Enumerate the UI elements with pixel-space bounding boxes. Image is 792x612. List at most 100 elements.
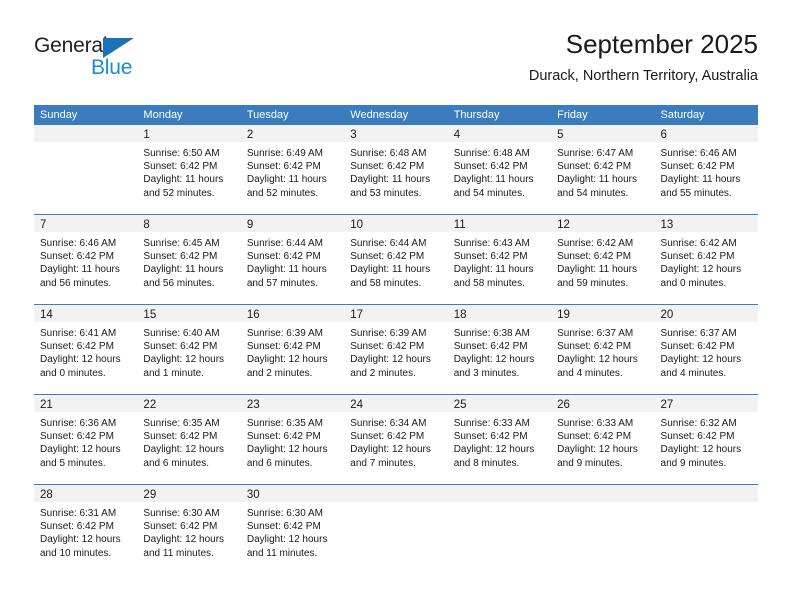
calendar-day-cell[interactable]: 25 Sunrise: 6:33 AM Sunset: 6:42 PM Dayligh… [447,395,552,484]
daylight-text-line2: and 4 minutes. [557,367,623,379]
day-number-bar: 9 [240,215,345,232]
daylight-text-line2: and 6 minutes. [246,457,313,469]
sunrise-text: Sunrise: 6:34 AM [350,418,427,429]
sunset-text: Sunset: 6:42 PM [143,251,218,263]
calendar-day-cell[interactable]: 1 Sunrise: 6:50 AM Sunset: 6:42 PM Daylight… [137,125,241,214]
sunset-text: Sunset: 6:42 PM [40,521,114,533]
sunrise-text: Sunrise: 6:48 AM [350,148,427,159]
daylight-text-line1: Daylight: 12 hours [40,534,121,546]
calendar-day-cell[interactable]: 28 Sunrise: 6:31 AM Sunset: 6:42 PM Dayligh… [34,485,138,574]
day-sun-info: Sunrise: 6:38 AM Sunset: 6:42 PM Daylight:… [448,322,551,380]
sunrise-text: Sunrise: 6:43 AM [453,238,530,249]
day-sun-info: Sunrise: 6:44 AM Sunset: 6:42 PM Daylight:… [344,232,447,290]
calendar-day-cell[interactable]: 8 Sunrise: 6:45 AM Sunset: 6:42 PM Daylight… [137,215,241,304]
calendar-day-cell[interactable]: 22 Sunrise: 6:35 AM Sunset: 6:42 PM Dayligh… [137,395,241,484]
day-sun-info: Sunrise: 6:40 AM Sunset: 6:42 PM Daylight:… [137,322,240,380]
calendar-day-cell[interactable]: 7 Sunrise: 6:46 AM Sunset: 6:42 PM Daylight… [34,215,138,304]
daylight-text-line2: and 4 minutes. [660,367,727,379]
calendar-day-cell-empty [447,485,552,574]
calendar-day-cell[interactable]: 21 Sunrise: 6:36 AM Sunset: 6:42 PM Dayligh… [34,395,138,484]
day-number: 27 [660,399,674,411]
daylight-text-line1: Daylight: 12 hours [40,354,121,366]
daylight-text-line2: and 52 minutes. [246,187,319,199]
sunrise-text: Sunrise: 6:33 AM [557,418,634,429]
calendar-day-cell[interactable]: 20 Sunrise: 6:37 AM Sunset: 6:42 PM Dayligh… [654,305,758,394]
daylight-text-line1: Daylight: 12 hours [453,354,535,366]
sunrise-text: Sunrise: 6:41 AM [40,328,117,339]
sunrise-text: Sunrise: 6:32 AM [660,418,737,429]
calendar-day-cell[interactable]: 27 Sunrise: 6:32 AM Sunset: 6:42 PM Dayligh… [654,395,758,484]
daylight-text-line1: Daylight: 12 hours [246,534,328,546]
sunrise-text: Sunrise: 6:33 AM [453,418,530,429]
day-number-bar: 15 [137,305,241,322]
day-number-bar: 18 [447,305,552,322]
daylight-text-line2: and 9 minutes. [557,457,623,469]
title-block: September 2025 Durack, Northern Territor… [529,28,758,85]
sunset-text: Sunset: 6:42 PM [143,431,218,443]
calendar-day-cell[interactable]: 16 Sunrise: 6:39 AM Sunset: 6:42 PM Dayligh… [240,305,345,394]
sunrise-text: Sunrise: 6:37 AM [660,328,737,339]
sunrise-text: Sunrise: 6:40 AM [143,328,220,339]
sunset-text: Sunset: 6:42 PM [660,161,735,173]
calendar-day-cell[interactable]: 14 Sunrise: 6:41 AM Sunset: 6:42 PM Dayligh… [34,305,138,394]
day-number-bar [34,125,138,142]
calendar-day-cell[interactable]: 29 Sunrise: 6:30 AM Sunset: 6:42 PM Dayligh… [137,485,241,574]
page-subtitle: Durack, Northern Territory, Australia [528,68,758,84]
day-number-bar [447,485,552,502]
daylight-text-line2: and 58 minutes. [350,277,422,289]
day-number-bar: 20 [654,305,758,322]
daylight-text-line2: and 1 minute. [143,367,205,379]
day-number: 13 [660,219,674,231]
sunset-text: Sunset: 6:42 PM [40,341,114,353]
calendar-week-cells: 21 Sunrise: 6:36 AM Sunset: 6:42 PM Dayligh… [34,395,758,484]
day-sun-info: Sunrise: 6:45 AM Sunset: 6:42 PM Daylight:… [137,232,240,290]
day-sun-info: Sunrise: 6:30 AM Sunset: 6:42 PM Daylight:… [137,502,240,560]
calendar-day-cell[interactable]: 9 Sunrise: 6:44 AM Sunset: 6:42 PM Daylight… [240,215,345,304]
calendar-day-cell[interactable]: 6 Sunrise: 6:46 AM Sunset: 6:42 PM Daylight… [654,125,758,214]
day-sun-info: Sunrise: 6:48 AM Sunset: 6:42 PM Daylight:… [344,142,447,200]
calendar-day-cell[interactable]: 10 Sunrise: 6:44 AM Sunset: 6:42 PM Dayligh… [344,215,448,304]
daylight-text-line1: Daylight: 12 hours [350,354,431,366]
calendar-day-cell[interactable]: 15 Sunrise: 6:40 AM Sunset: 6:42 PM Dayligh… [137,305,241,394]
day-number: 22 [143,399,157,411]
day-sun-info: Sunrise: 6:44 AM Sunset: 6:42 PM Daylight:… [241,232,344,290]
calendar-day-cell[interactable]: 13 Sunrise: 6:42 AM Sunset: 6:42 PM Dayligh… [654,215,758,304]
calendar-day-cell[interactable]: 4 Sunrise: 6:48 AM Sunset: 6:42 PM Daylight… [447,125,552,214]
weekday-header-sunday: Sunday [40,109,78,121]
sunset-text: Sunset: 6:42 PM [246,431,321,443]
calendar-day-cell[interactable]: 5 Sunrise: 6:47 AM Sunset: 6:42 PM Daylight… [551,125,655,214]
day-number-bar: 14 [34,305,138,322]
calendar-day-cell[interactable]: 17 Sunrise: 6:39 AM Sunset: 6:42 PM Dayligh… [344,305,448,394]
sunrise-text: Sunrise: 6:50 AM [143,148,220,159]
sunset-text: Sunset: 6:42 PM [453,431,528,443]
sunrise-text: Sunrise: 6:45 AM [143,238,220,249]
daylight-text-line2: and 59 minutes. [557,277,629,289]
calendar-day-cell[interactable]: 18 Sunrise: 6:38 AM Sunset: 6:42 PM Dayligh… [447,305,552,394]
day-number: 10 [350,219,364,231]
calendar-day-cell[interactable]: 30 Sunrise: 6:30 AM Sunset: 6:42 PM Dayligh… [240,485,345,574]
daylight-text-line1: Daylight: 12 hours [143,444,225,456]
calendar-day-cell[interactable]: 19 Sunrise: 6:37 AM Sunset: 6:42 PM Dayligh… [551,305,655,394]
calendar-day-cell[interactable]: 26 Sunrise: 6:33 AM Sunset: 6:42 PM Dayligh… [551,395,655,484]
day-number: 23 [246,399,260,411]
calendar-day-cell[interactable]: 2 Sunrise: 6:49 AM Sunset: 6:42 PM Daylight… [240,125,345,214]
general-blue-logo: General Blue [34,34,154,80]
daylight-text-line1: Daylight: 12 hours [660,264,742,276]
day-sun-info: Sunrise: 6:43 AM Sunset: 6:42 PM Daylight:… [448,232,551,290]
sunrise-text: Sunrise: 6:47 AM [557,148,634,159]
calendar-day-cell[interactable]: 12 Sunrise: 6:42 AM Sunset: 6:42 PM Dayligh… [551,215,655,304]
daylight-text-line2: and 53 minutes. [350,187,422,199]
sunset-text: Sunset: 6:42 PM [143,341,218,353]
daylight-text-line1: Daylight: 11 hours [557,174,637,186]
day-number: 14 [40,309,53,321]
sunset-text: Sunset: 6:42 PM [350,431,425,443]
daylight-text-line1: Daylight: 12 hours [143,534,225,546]
calendar-day-cell[interactable]: 11 Sunrise: 6:43 AM Sunset: 6:42 PM Dayligh… [447,215,552,304]
day-number-bar: 25 [447,395,552,412]
daylight-text-line2: and 0 minutes. [660,277,727,289]
daylight-text-line2: and 9 minutes. [660,457,727,469]
calendar-day-cell[interactable]: 23 Sunrise: 6:35 AM Sunset: 6:42 PM Dayligh… [240,395,345,484]
calendar-day-cell[interactable]: 3 Sunrise: 6:48 AM Sunset: 6:42 PM Daylight… [344,125,448,214]
calendar-day-cell[interactable]: 24 Sunrise: 6:34 AM Sunset: 6:42 PM Dayligh… [344,395,448,484]
sunrise-text: Sunrise: 6:49 AM [246,148,323,159]
